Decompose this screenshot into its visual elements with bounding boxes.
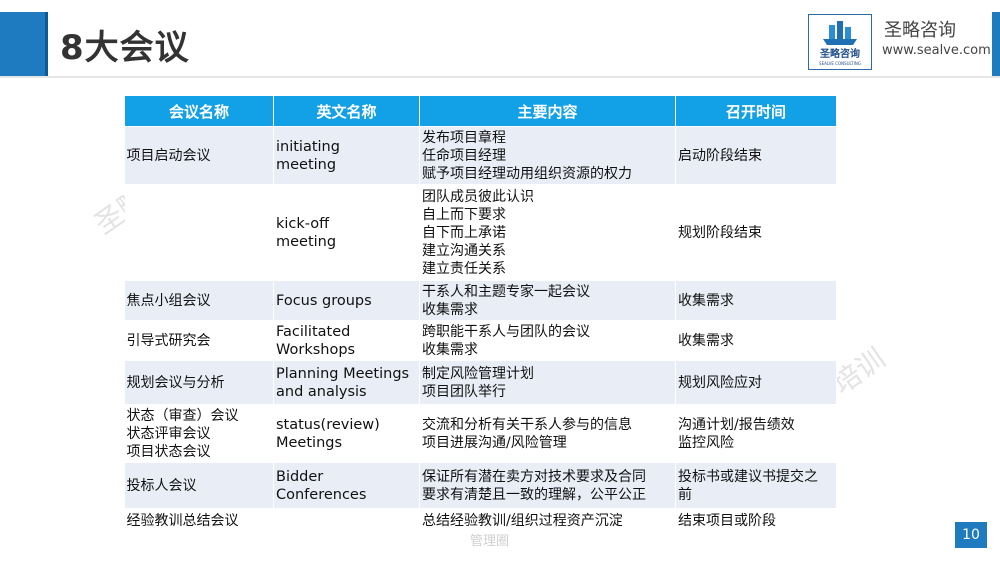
- table-row: 经验教训总结会议 总结经验教训/组织过程资产沉淀 结束项目或阶段: [124, 508, 837, 533]
- cell-english-name: initiating meeting: [273, 126, 420, 185]
- cell-main-content: 交流和分析有关干系人参与的信息 项目进展沟通/风险管理: [419, 404, 676, 463]
- watermark-bottom: 管理圈: [470, 534, 510, 549]
- cell-meeting-name: 状态（审查）会议 状态评审会议 项目状态会议: [124, 404, 274, 463]
- cell-meeting-name: [124, 184, 274, 281]
- slide-title: 8大会议: [60, 28, 190, 68]
- cell-english-name: Focus groups: [273, 280, 420, 321]
- cell-meeting-name: 项目启动会议: [124, 126, 274, 185]
- table-row: 投标人会议 Bidder Conferences 保证所有潜在卖方对技术要求及合…: [124, 462, 837, 509]
- logo-badge-subtext: SEALVE CONSULTING: [819, 61, 861, 66]
- logo-badge-text: 圣略咨询: [820, 47, 860, 60]
- cell-english-name: Facilitated Workshops: [273, 320, 420, 361]
- cell-meeting-time: 结束项目或阶段: [675, 508, 837, 533]
- header-main-content: 主要内容: [419, 95, 676, 127]
- cell-meeting-name: 引导式研究会: [124, 320, 274, 361]
- cell-meeting-time: 收集需求: [675, 280, 837, 321]
- cell-english-name: kick-off meeting: [273, 184, 420, 281]
- cell-meeting-time: 规划风险应对: [675, 360, 837, 405]
- table-header-row: 会议名称 英文名称 主要内容 召开时间: [124, 95, 837, 127]
- cell-english-name: Planning Meetings and analysis: [273, 360, 420, 405]
- header-english-name: 英文名称: [273, 95, 420, 127]
- cell-english-name: Bidder Conferences: [273, 462, 420, 509]
- table-row: kick-off meeting 团队成员彼此认识 自上而下要求 自下而上承诺 …: [124, 184, 837, 281]
- cell-main-content: 保证所有潜在卖方对技术要求及合同 要求有清楚且一致的理解，公平公正: [419, 462, 676, 509]
- header-divider: [0, 76, 1000, 78]
- page-number: 10: [955, 522, 987, 548]
- cell-main-content: 制定风险管理计划 项目团队举行: [419, 360, 676, 405]
- table-row: 规划会议与分析 Planning Meetings and analysis 制…: [124, 360, 837, 405]
- right-accent-bar: [992, 12, 1000, 76]
- header-meeting-name: 会议名称: [124, 95, 274, 127]
- cell-main-content: 总结经验教训/组织过程资产沉淀: [419, 508, 676, 533]
- cell-meeting-name: 焦点小组会议: [124, 280, 274, 321]
- cell-main-content: 发布项目章程 任命项目经理 赋予项目经理动用组织资源的权力: [419, 126, 676, 185]
- cell-meeting-name: 投标人会议: [124, 462, 274, 509]
- cell-main-content: 跨职能干系人与团队的会议 收集需求: [419, 320, 676, 361]
- company-name: 圣略咨询: [884, 20, 956, 41]
- cell-meeting-time: 投标书或建议书提交之 前: [675, 462, 837, 509]
- title-accent-bar: [0, 12, 48, 76]
- table-row: 项目启动会议 initiating meeting 发布项目章程 任命项目经理 …: [124, 126, 837, 185]
- cell-meeting-name: 经验教训总结会议: [124, 508, 274, 533]
- table-row: 引导式研究会 Facilitated Workshops 跨职能干系人与团队的会…: [124, 320, 837, 361]
- cell-meeting-time: 沟通计划/报告绩效 监控风险: [675, 404, 837, 463]
- meetings-table: 会议名称 英文名称 主要内容 召开时间 项目启动会议 initiating me…: [124, 95, 837, 533]
- title-accent-bar-edge: [45, 12, 48, 76]
- cell-main-content: 团队成员彼此认识 自上而下要求 自下而上承诺 建立沟通关系 建立责任关系: [419, 184, 676, 281]
- cell-meeting-time: 收集需求: [675, 320, 837, 361]
- cell-main-content: 干系人和主题专家一起会议 收集需求: [419, 280, 676, 321]
- table-row: 状态（审查）会议 状态评审会议 项目状态会议 status(review) Me…: [124, 404, 837, 463]
- cell-meeting-time: 规划阶段结束: [675, 184, 837, 281]
- company-url: www.sealve.com: [882, 43, 991, 58]
- table-row: 焦点小组会议 Focus groups 干系人和主题专家一起会议 收集需求 收集…: [124, 280, 837, 321]
- company-logo: 圣略咨询 SEALVE CONSULTING: [808, 14, 872, 70]
- cell-english-name: [273, 508, 420, 533]
- cell-meeting-time: 启动阶段结束: [675, 126, 837, 185]
- cell-meeting-name: 规划会议与分析: [124, 360, 274, 405]
- ship-logo-icon: 圣略咨询 SEALVE CONSULTING: [815, 19, 865, 66]
- header-meeting-time: 召开时间: [675, 95, 837, 127]
- cell-english-name: status(review) Meetings: [273, 404, 420, 463]
